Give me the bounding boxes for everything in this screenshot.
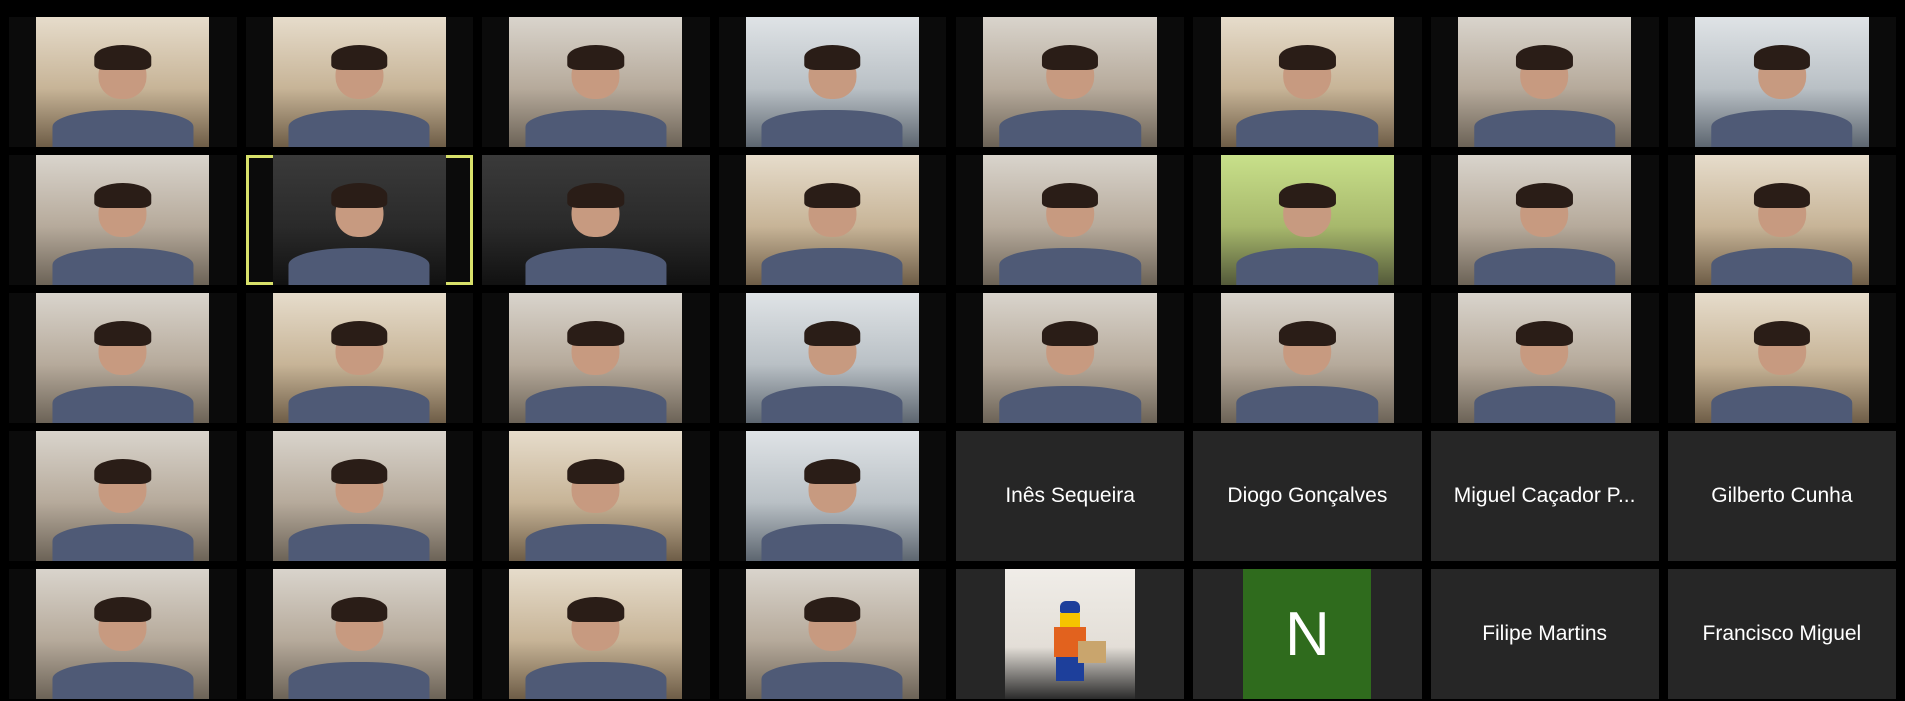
lego-figure-icon [1040, 601, 1107, 689]
participant-grid-left [9, 17, 946, 701]
gallery-panel-left [9, 17, 946, 701]
participant-tile[interactable] [482, 293, 710, 423]
participant-name: Gilberto Cunha [1711, 484, 1853, 507]
profile-photo [1005, 569, 1136, 699]
participant-tile[interactable] [482, 569, 710, 699]
participant-name-tile[interactable]: Inês Sequeira [956, 431, 1185, 561]
participant-name-tile[interactable]: Miguel Caçador P... [1430, 431, 1659, 561]
participant-tile[interactable] [1667, 293, 1896, 423]
participant-tile[interactable] [245, 17, 473, 147]
participant-name: Filipe Martins [1482, 622, 1608, 645]
participant-tile[interactable] [1430, 17, 1659, 147]
participant-tile[interactable] [9, 293, 237, 423]
participant-name-tile[interactable]: Gilberto Cunha [1667, 431, 1896, 561]
avatar-initial: N [1243, 569, 1372, 699]
gallery-panel-right: Inês Sequeira Diogo Gonçalves Miguel Caç… [956, 17, 1896, 701]
participant-name-tile[interactable]: Francisco Miguel [1667, 569, 1896, 699]
participant-name: Francisco Miguel [1702, 622, 1862, 645]
participant-tile[interactable] [956, 293, 1185, 423]
participant-name: Miguel Caçador P... [1453, 484, 1636, 507]
participant-tile[interactable] [1430, 155, 1659, 285]
participant-tile[interactable] [718, 569, 946, 699]
participant-tile[interactable] [718, 431, 946, 561]
participant-tile[interactable] [9, 431, 237, 561]
participant-tile[interactable] [1193, 17, 1422, 147]
participant-tile[interactable] [718, 293, 946, 423]
participant-tile[interactable] [9, 569, 237, 699]
participant-grid-right: Inês Sequeira Diogo Gonçalves Miguel Caç… [956, 17, 1896, 701]
participant-tile[interactable] [482, 17, 710, 147]
participant-name-tile[interactable]: Diogo Gonçalves [1193, 431, 1422, 561]
participant-tile[interactable] [1430, 293, 1659, 423]
participant-tile[interactable] [245, 431, 473, 561]
participant-tile[interactable] [1193, 155, 1422, 285]
video-gallery: Inês Sequeira Diogo Gonçalves Miguel Caç… [0, 0, 1905, 701]
participant-tile[interactable] [245, 569, 473, 699]
participant-name: Inês Sequeira [1005, 484, 1135, 507]
participant-tile[interactable] [9, 17, 237, 147]
participant-tile[interactable] [482, 431, 710, 561]
participant-tile[interactable] [482, 155, 710, 285]
participant-tile[interactable] [718, 155, 946, 285]
participant-tile[interactable] [1193, 293, 1422, 423]
participant-tile[interactable] [245, 293, 473, 423]
participant-photo-tile[interactable] [956, 569, 1185, 699]
participant-name: Diogo Gonçalves [1227, 484, 1388, 507]
participant-initial-tile[interactable]: N [1193, 569, 1422, 699]
participant-tile[interactable] [9, 155, 237, 285]
participant-tile[interactable] [1667, 17, 1896, 147]
participant-tile[interactable] [718, 17, 946, 147]
participant-tile[interactable] [1667, 155, 1896, 285]
participant-name-tile[interactable]: Filipe Martins [1430, 569, 1659, 699]
participant-tile-active-speaker[interactable] [245, 155, 473, 285]
participant-tile[interactable] [956, 17, 1185, 147]
participant-tile[interactable] [956, 155, 1185, 285]
